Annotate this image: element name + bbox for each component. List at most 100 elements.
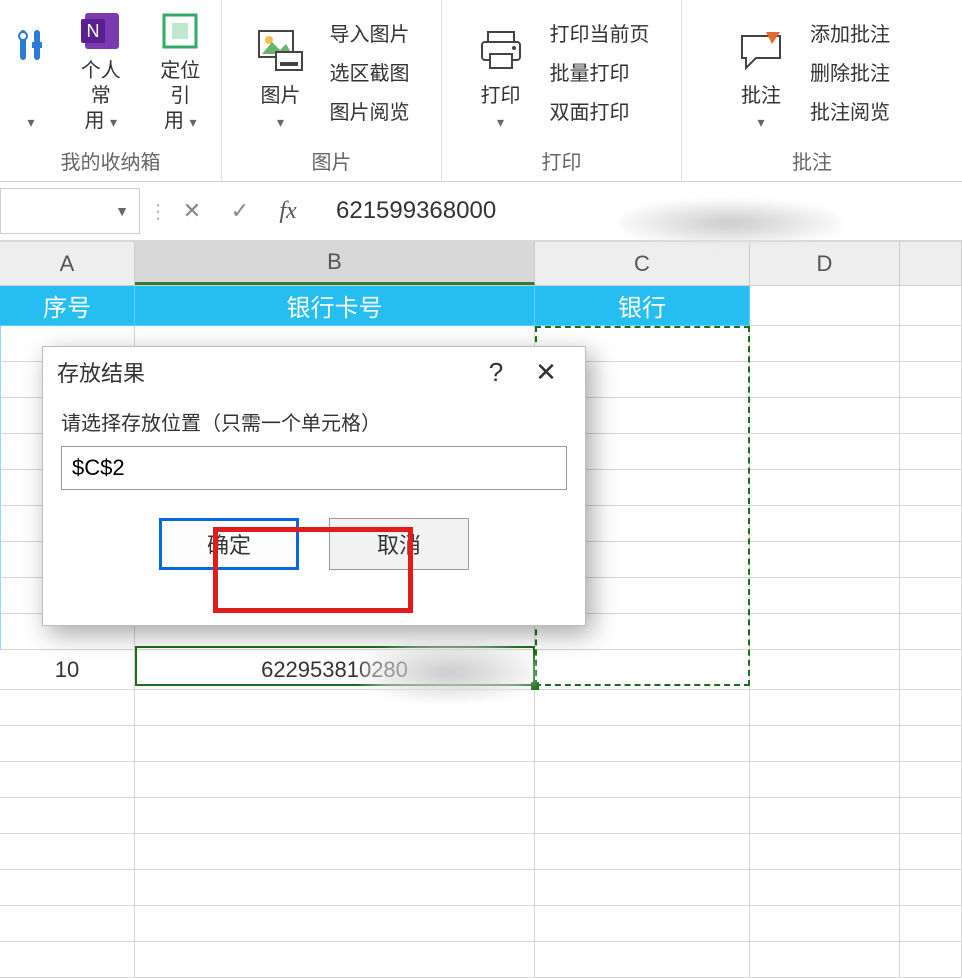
cell[interactable] <box>135 834 535 870</box>
cell[interactable] <box>750 470 900 506</box>
cancel-button[interactable]: 取消 <box>329 518 469 570</box>
picture-button[interactable]: 图片▾ <box>250 6 312 136</box>
print-duplex-item[interactable]: 双面打印 <box>546 94 654 127</box>
cell[interactable] <box>535 762 750 798</box>
cell[interactable] <box>900 614 962 650</box>
cell[interactable] <box>535 690 750 726</box>
col-header-c[interactable]: C <box>535 242 750 285</box>
cell[interactable] <box>750 690 900 726</box>
dialog-close-button[interactable]: ✕ <box>521 357 571 388</box>
cell[interactable] <box>750 834 900 870</box>
header-seq[interactable]: 序号 <box>0 286 135 326</box>
ok-button[interactable]: 确定 <box>159 518 299 570</box>
col-header-a[interactable]: A <box>0 242 135 285</box>
col-header-d[interactable]: D <box>750 242 900 285</box>
formula-bar-grip-icon: ⋮ <box>148 199 168 224</box>
cell[interactable] <box>0 834 135 870</box>
cell-e11[interactable] <box>900 650 962 690</box>
header-card[interactable]: 银行卡号 <box>135 286 535 326</box>
cell[interactable] <box>0 906 135 942</box>
header-bank[interactable]: 银行 <box>535 286 750 326</box>
cell[interactable] <box>0 690 135 726</box>
insert-function-button[interactable]: fx <box>264 198 312 225</box>
cell[interactable] <box>750 506 900 542</box>
cell[interactable] <box>535 870 750 906</box>
personal-common-button[interactable]: N 个人常 用 ▾ <box>68 6 134 136</box>
cell[interactable] <box>750 434 900 470</box>
cell[interactable] <box>750 362 900 398</box>
formula-accept-button[interactable]: ✓ <box>216 198 264 224</box>
cell[interactable] <box>900 506 962 542</box>
cell[interactable] <box>0 726 135 762</box>
target-cell-input[interactable] <box>61 446 567 490</box>
cell[interactable] <box>535 726 750 762</box>
onenote-icon: N <box>77 7 125 55</box>
cell[interactable] <box>900 578 962 614</box>
dialog-help-button[interactable]: ? <box>471 357 521 388</box>
cell-d1[interactable] <box>750 286 900 326</box>
cell[interactable] <box>750 906 900 942</box>
cell[interactable] <box>900 326 962 362</box>
cell[interactable] <box>135 762 535 798</box>
cell[interactable] <box>900 798 962 834</box>
cell[interactable] <box>0 870 135 906</box>
cell[interactable] <box>750 398 900 434</box>
cell-d11[interactable] <box>750 650 900 690</box>
ribbon-group-annotation: 批注▾ 添加批注 删除批注 批注阅览 批注 <box>682 0 942 181</box>
cell[interactable] <box>135 870 535 906</box>
ribbon: ▾ N 个人常 用 ▾ <box>0 0 962 182</box>
cell[interactable] <box>750 798 900 834</box>
print-batch-item[interactable]: 批量打印 <box>546 55 654 88</box>
crop-selection-item[interactable]: 选区截图 <box>326 55 414 88</box>
delete-annotation-item[interactable]: 删除批注 <box>806 55 894 88</box>
cell[interactable] <box>0 942 135 978</box>
cell[interactable] <box>900 762 962 798</box>
print-label: 打印▾ <box>481 84 521 134</box>
cell[interactable] <box>900 690 962 726</box>
add-annotation-item[interactable]: 添加批注 <box>806 16 894 49</box>
cell[interactable] <box>750 726 900 762</box>
cell[interactable] <box>0 762 135 798</box>
cell[interactable] <box>900 470 962 506</box>
cell-a11[interactable]: 10 <box>0 650 135 690</box>
cell[interactable] <box>750 578 900 614</box>
cell[interactable] <box>900 434 962 470</box>
cell[interactable] <box>900 834 962 870</box>
cell[interactable] <box>135 726 535 762</box>
cell[interactable] <box>135 906 535 942</box>
cell[interactable] <box>135 942 535 978</box>
cell[interactable] <box>900 942 962 978</box>
cell[interactable] <box>900 398 962 434</box>
cell[interactable] <box>535 798 750 834</box>
cell-c11[interactable] <box>535 650 750 690</box>
formula-cancel-button[interactable]: ✕ <box>168 198 216 224</box>
cell[interactable] <box>900 726 962 762</box>
locate-ref-button[interactable]: 定位引 用 ▾ <box>148 6 214 136</box>
annotation-button[interactable]: 批注▾ <box>730 6 792 136</box>
cell[interactable] <box>750 942 900 978</box>
cell[interactable] <box>0 798 135 834</box>
cell-e1[interactable] <box>900 286 962 326</box>
cell[interactable] <box>750 870 900 906</box>
name-box[interactable]: ▼ <box>0 188 140 234</box>
cell[interactable] <box>135 798 535 834</box>
cell[interactable] <box>900 542 962 578</box>
cell[interactable] <box>900 906 962 942</box>
cell[interactable] <box>900 870 962 906</box>
cell[interactable] <box>750 614 900 650</box>
cell[interactable] <box>535 906 750 942</box>
print-button[interactable]: 打印▾ <box>470 6 532 136</box>
annotation-viewer-item[interactable]: 批注阅览 <box>806 94 894 127</box>
cell[interactable] <box>535 942 750 978</box>
import-picture-item[interactable]: 导入图片 <box>326 16 414 49</box>
toolbox-button[interactable]: ▾ <box>8 6 54 136</box>
cell[interactable] <box>535 834 750 870</box>
cell[interactable] <box>750 542 900 578</box>
col-header-extra[interactable] <box>900 242 962 285</box>
cell[interactable] <box>750 326 900 362</box>
cell[interactable] <box>750 762 900 798</box>
print-current-item[interactable]: 打印当前页 <box>546 16 654 49</box>
col-header-b[interactable]: B <box>135 242 535 285</box>
picture-viewer-item[interactable]: 图片阅览 <box>326 94 414 127</box>
cell[interactable] <box>900 362 962 398</box>
